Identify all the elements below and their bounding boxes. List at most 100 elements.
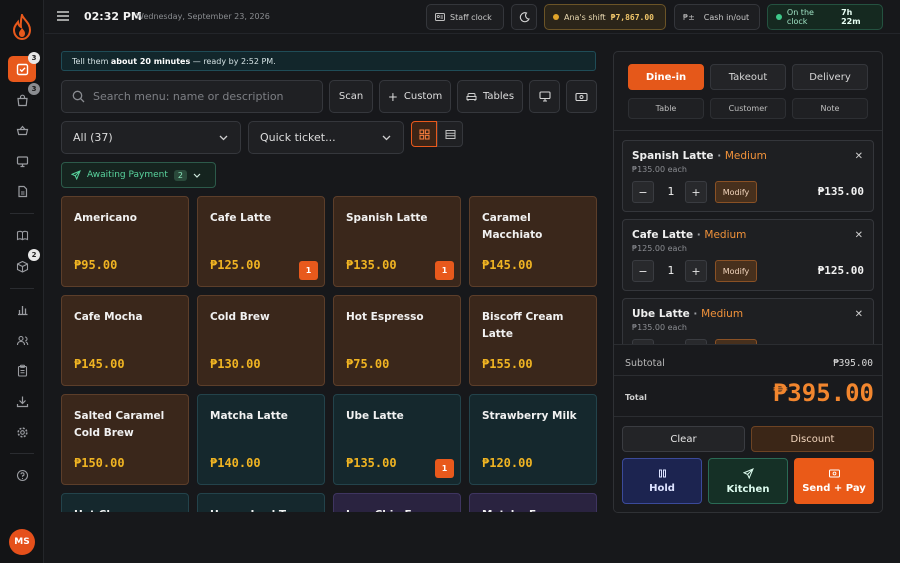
download-icon [16,396,28,407]
shift-status-button[interactable]: Ana's shift ₱7,867.00 [544,4,666,30]
remove-item-icon[interactable]: ✕ [855,230,863,241]
sidebar-item-orders[interactable]: 3 [8,83,40,113]
customer-button[interactable]: Customer [710,98,786,119]
custom-label: Custom [403,91,443,102]
menu-item-card[interactable]: Cafe Latte ₱125.00 1 [197,196,325,287]
menu-item-card[interactable]: Americano ₱95.00 [61,196,189,287]
order-totals: Subtotal ₱395.00 Total ₱395.00 Clear Dis… [614,344,882,512]
menu-item-name: Strawberry Milk [482,410,577,422]
menu-item-card[interactable]: Salted Caramel Cold Brew ₱150.00 [61,394,189,485]
chevron-down-icon [382,135,391,140]
menu-item-card[interactable]: Strawberry Milk ₱120.00 [469,394,597,485]
modify-button[interactable]: Modify [715,181,757,203]
sidebar-item-staff[interactable] [8,327,36,353]
decrease-qty-button[interactable]: − [632,181,654,203]
menu-item-card[interactable]: Java Chip Frappe [333,493,461,512]
scan-label: Scan [338,91,364,102]
table-button[interactable]: Table [628,98,704,119]
tables-button[interactable]: Tables [457,80,523,113]
staff-clock-button[interactable]: Staff clock [426,4,504,30]
grid-icon [418,128,430,140]
send-and-pay-button[interactable]: Send + Pay [794,458,874,504]
order-item-name: Spanish Latte [632,150,714,162]
menu-item-qty-badge: 1 [435,261,454,280]
menu-item-name: Americano [74,212,137,224]
clock-status-button[interactable]: On the clock 7h 22m [767,4,883,30]
quick-ticket-select[interactable]: Quick ticket... [248,121,404,154]
customer-display-button[interactable] [529,80,560,113]
sidebar-badge: 3 [28,52,40,64]
clear-button[interactable]: Clear [622,426,745,452]
tab-dine-in[interactable]: Dine-in [628,64,704,90]
order-line-item[interactable]: Spanish Latte · Medium ₱135.00 each ✕ −1 + Mo… [622,140,874,212]
menu-item-card[interactable]: Cafe Mocha ₱145.00 [61,295,189,386]
menu-item-name: Java Chip Frappe [346,507,448,512]
order-item-modifier: Medium [701,308,744,320]
sidebar-item-documents[interactable] [8,178,36,204]
cash-in-out-button[interactable]: ₱± Cash in/out [674,4,760,30]
menu-item-card[interactable]: Hot Espresso ₱75.00 [333,295,461,386]
sidebar-item-clipboard[interactable] [8,357,36,383]
menu-item-card[interactable]: Biscoff Cream Latte ₱155.00 [469,295,597,386]
menu-item-name: Ube Latte [346,410,404,422]
sidebar-item-cart[interactable] [8,117,36,143]
menu-item-name: Cafe Mocha [74,311,143,323]
category-value: All (37) [73,131,113,144]
menu-item-name: Salted Caramel Cold Brew [74,410,165,439]
menu-item-card[interactable]: House Iced Tea [197,493,325,512]
order-item-qty: 1 [667,264,675,277]
grid-view-toggle[interactable] [411,121,437,147]
decrease-qty-button[interactable]: − [632,260,654,282]
remove-item-icon[interactable]: ✕ [855,309,863,320]
search-input[interactable]: Search menu: name or description [93,90,284,103]
menu-item-card[interactable]: Hot Choco [61,493,189,512]
awaiting-payment-filter[interactable]: Awaiting Payment 2 [61,162,216,188]
sidebar-item-settings[interactable] [8,419,36,445]
hamburger-menu-icon[interactable] [57,11,69,21]
kitchen-button[interactable]: Kitchen [708,458,788,504]
menu-item-price: ₱120.00 [482,456,533,470]
list-view-toggle[interactable] [437,121,463,147]
menu-item-card[interactable]: Matcha Latte ₱140.00 [197,394,325,485]
theme-toggle-button[interactable] [511,4,537,30]
category-select[interactable]: All (37) [61,121,241,154]
scan-button[interactable]: Scan [329,80,373,113]
shift-amount: ₱7,867.00 [610,12,654,22]
menu-item-card[interactable]: Caramel Macchiato ₱145.00 [469,196,597,287]
tab-takeout[interactable]: Takeout [710,64,786,90]
sidebar-item-display[interactable] [8,148,36,174]
menu-item-card[interactable]: Ube Latte ₱135.00 1 [333,394,461,485]
sidebar-item-reports[interactable] [8,296,36,322]
menu-item-qty-badge: 1 [299,261,318,280]
sidebar-divider [10,453,34,454]
menu-item-card[interactable]: Cold Brew ₱130.00 [197,295,325,386]
tab-delivery[interactable]: Delivery [792,64,868,90]
monitor-icon [538,91,551,102]
modify-button[interactable]: Modify [715,260,757,282]
avatar[interactable]: MS [9,529,35,555]
send-icon [742,467,754,479]
hold-button[interactable]: Hold [622,458,702,504]
menu-item-price: ₱145.00 [74,357,125,371]
increase-qty-button[interactable]: + [685,181,707,203]
search-box[interactable]: Search menu: name or description [61,80,323,113]
menu-item-card[interactable]: Spanish Latte ₱135.00 1 [333,196,461,287]
menu-item-card[interactable]: Matcha Frappe [469,493,597,512]
remove-item-icon[interactable]: ✕ [855,151,863,162]
menu-item-name: Caramel Macchiato [482,212,543,241]
sidebar-item-menu-book[interactable] [8,222,36,248]
total-label: Total [625,393,647,402]
users-icon [16,335,28,345]
sidebar-item-download[interactable] [8,388,36,414]
increase-qty-button[interactable]: + [685,260,707,282]
custom-item-button[interactable]: + Custom [379,80,451,113]
sidebar-item-inventory[interactable]: 2 [8,249,40,279]
sidebar-item-help[interactable] [8,462,36,488]
armchair-icon [466,92,477,101]
discount-button[interactable]: Discount [751,426,874,452]
menu-item-name: Cold Brew [210,311,270,323]
order-line-item[interactable]: Cafe Latte · Medium ₱125.00 each ✕ −1 + Modif… [622,219,874,291]
sidebar-item-pos[interactable]: 3 [8,52,40,82]
cash-drawer-button[interactable] [566,80,597,113]
note-button[interactable]: Note [792,98,868,119]
